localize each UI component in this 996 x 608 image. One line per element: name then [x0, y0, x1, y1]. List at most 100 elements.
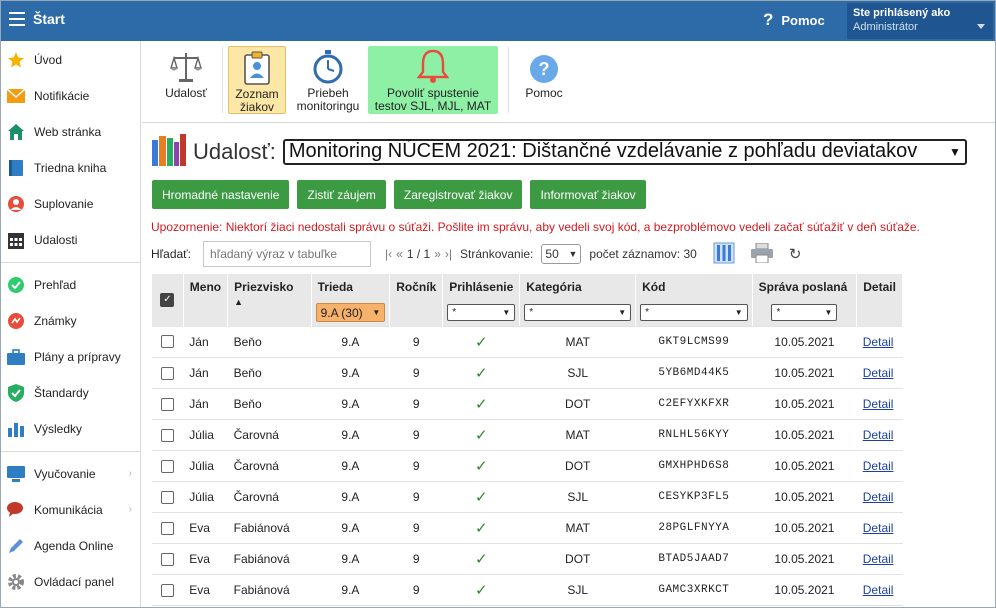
detail-link[interactable]: Detail — [863, 583, 894, 597]
col-sent[interactable]: Správa poslaná — [751, 273, 858, 300]
row-select-cell — [151, 419, 184, 451]
col-code[interactable]: Kód — [635, 273, 753, 300]
sidebar-item-uvod[interactable]: Úvod — [1, 42, 140, 78]
register-students-button[interactable]: Zaregistrovať žiakov — [393, 180, 523, 209]
toolbar: Udalosť Zoznam žiakov Priebeh monitoring… — [142, 41, 995, 123]
detail-link[interactable]: Detail — [863, 397, 894, 411]
sidebar-item-label: Štandardy — [34, 386, 89, 400]
event-select[interactable]: Monitoring NÚCEM 2021: Dištančné vzdeláv… — [282, 138, 967, 165]
first-page-button[interactable]: |‹ — [385, 247, 392, 261]
category-filter-value: * — [529, 307, 534, 319]
user-menu[interactable]: Ste prihlásený ako Administrátor — [847, 3, 993, 39]
print-icon[interactable] — [750, 242, 773, 266]
row-checkbox[interactable] — [160, 490, 174, 504]
detail-link[interactable]: Detail — [863, 366, 894, 380]
refresh-icon[interactable]: ↻ — [789, 245, 802, 263]
table-row[interactable]: Júlia Čarovná 9.A 9 ✓ SJL CESYKP3FL5 10.05.2021… — [151, 481, 903, 513]
students-list-button[interactable]: Zoznam žiakov — [228, 46, 286, 114]
sidebar-item-web[interactable]: Web stránka — [1, 114, 140, 150]
checkmark-icon: ✓ — [474, 427, 488, 444]
col-year[interactable]: Ročník — [389, 273, 444, 327]
table-row[interactable]: Eva Fabiánová 9.A 9 ✓ DOT BTAD5JAAD7 10.05.2021… — [151, 543, 903, 575]
row-checkbox[interactable] — [160, 397, 174, 411]
col-name[interactable]: Meno — [182, 273, 229, 327]
star-icon — [7, 51, 25, 69]
progress-button[interactable]: Priebeh monitoringu — [292, 46, 364, 114]
table-row[interactable]: Júlia Čarovná 9.A 9 ✓ MAT RNLHL56KYY 10.05.2021… — [151, 419, 903, 451]
prev-page-button[interactable]: « — [396, 247, 403, 261]
sidebar-item-vyucovanie[interactable]: Vyučovanie › — [1, 456, 140, 492]
table-row[interactable]: Eva Fabiánová 9.A 9 ✓ MAT 28PGLFNYYA 10.05.2021… — [151, 512, 903, 544]
row-checkbox[interactable] — [160, 521, 174, 535]
sidebar-item-znamky[interactable]: Známky — [1, 303, 140, 339]
svg-text:?: ? — [539, 59, 550, 79]
code-filter[interactable]: * ▼ — [640, 304, 748, 322]
cell-surname: Beňo — [227, 357, 312, 389]
sidebar-item-agenda[interactable]: Agenda Online — [1, 528, 140, 564]
detail-link[interactable]: Detail — [863, 490, 894, 504]
next-page-button[interactable]: » — [434, 247, 441, 261]
grades-icon — [7, 312, 25, 330]
checkmark-icon: ✓ — [474, 551, 488, 568]
detail-link[interactable]: Detail — [863, 521, 894, 535]
allow-tests-button[interactable]: Povoliť spustenie testov SJL, MJL, MAT — [368, 46, 498, 114]
row-checkbox[interactable] — [160, 552, 174, 566]
sidebar-item-komunikacia[interactable]: Komunikácia › — [1, 492, 140, 528]
col-surname[interactable]: Priezvisko ▲ — [227, 273, 312, 327]
sidebar-item-prehlad[interactable]: Prehľad — [1, 267, 140, 303]
row-checkbox[interactable] — [160, 583, 174, 597]
detail-link[interactable]: Detail — [863, 459, 894, 473]
help-button[interactable]: ? Pomoc — [518, 46, 570, 114]
table-row[interactable]: Ján Beňo 9.A 9 ✓ SJL 5YB6MD44K5 10.05.2021 Detai… — [151, 357, 903, 389]
clipboard-user-icon — [229, 47, 285, 85]
last-page-button[interactable]: ›| — [445, 247, 452, 261]
help-link[interactable]: ? Pomoc — [763, 10, 825, 30]
row-checkbox[interactable] — [160, 428, 174, 442]
allow-tests-label-2: testov SJL, MJL, MAT — [374, 99, 492, 113]
sidebar-item-standardy[interactable]: Štandardy — [1, 375, 140, 411]
class-filter[interactable]: 9.A (30) ▼ — [315, 303, 386, 323]
col-class[interactable]: Trieda — [310, 273, 391, 300]
search-input[interactable] — [203, 241, 372, 267]
row-checkbox[interactable] — [160, 459, 174, 473]
home-icon — [7, 123, 25, 141]
sidebar-item-ovladaci-panel[interactable]: Ovládací panel — [1, 564, 140, 600]
detail-link[interactable]: Detail — [863, 552, 894, 566]
cell-class: 9.A — [311, 481, 390, 513]
table-row[interactable]: Eva Fabiánová 9.A 9 ✓ SJL GAMC3XRKCT 10.05.2021… — [151, 574, 903, 606]
app-title[interactable]: Štart — [33, 11, 65, 27]
menu-icon[interactable] — [9, 12, 25, 26]
events-button[interactable]: Udalosť — [156, 46, 216, 114]
col-category[interactable]: Kategória — [519, 273, 637, 300]
inform-students-button[interactable]: Informovať žiakov — [530, 180, 646, 209]
detail-link[interactable]: Detail — [863, 428, 894, 442]
cell-class: 9.A — [311, 357, 390, 389]
category-filter[interactable]: * ▼ — [524, 304, 632, 322]
col-login[interactable]: Prihlásenie — [442, 273, 521, 300]
table-row[interactable]: Ján Beňo 9.A 9 ✓ DOT C2EFYXKFXR 10.05.2021 Detai… — [151, 388, 903, 420]
page-size-select[interactable]: 50 ▼ — [541, 244, 582, 264]
table-row[interactable]: Ján Beňo 9.A 9 ✓ MAT GKT9LCMS99 10.05.2021 Detai… — [151, 326, 903, 358]
sidebar-item-notifikacie[interactable]: Notifikácie — [1, 78, 140, 114]
cell-category: SJL — [519, 357, 636, 389]
sidebar-item-plany[interactable]: Plány a prípravy — [1, 339, 140, 375]
sidebar: Úvod Notifikácie Web stránka Triedna kni… — [1, 41, 141, 607]
sent-filter[interactable]: * ▼ — [771, 304, 838, 322]
cell-sent: 10.05.2021 — [752, 481, 857, 513]
columns-icon[interactable] — [713, 242, 735, 267]
bulk-settings-button[interactable]: Hromadné nastavenie — [152, 180, 290, 209]
detail-link[interactable]: Detail — [863, 335, 894, 349]
check-interest-button[interactable]: Zistiť záujem — [297, 180, 386, 209]
table-row[interactable]: Júlia Čarovná 9.A 9 ✓ DOT GMXHPHD6S8 10.05.2021… — [151, 450, 903, 482]
sidebar-item-suplovanie[interactable]: Suplovanie — [1, 186, 140, 222]
row-checkbox[interactable] — [160, 335, 174, 349]
row-checkbox[interactable] — [160, 366, 174, 380]
login-filter[interactable]: * ▼ — [447, 304, 516, 322]
checkmark-icon: ✓ — [474, 520, 488, 537]
sidebar-item-vysledky[interactable]: Výsledky — [1, 411, 140, 447]
cell-login: ✓ — [442, 326, 520, 358]
sidebar-item-udalosti[interactable]: Udalosti — [1, 222, 140, 258]
select-all-checkbox[interactable]: ✓ — [160, 293, 175, 308]
sidebar-item-triedna-kniha[interactable]: Triedna kniha — [1, 150, 140, 186]
chevron-down-icon: ▼ — [824, 308, 833, 318]
